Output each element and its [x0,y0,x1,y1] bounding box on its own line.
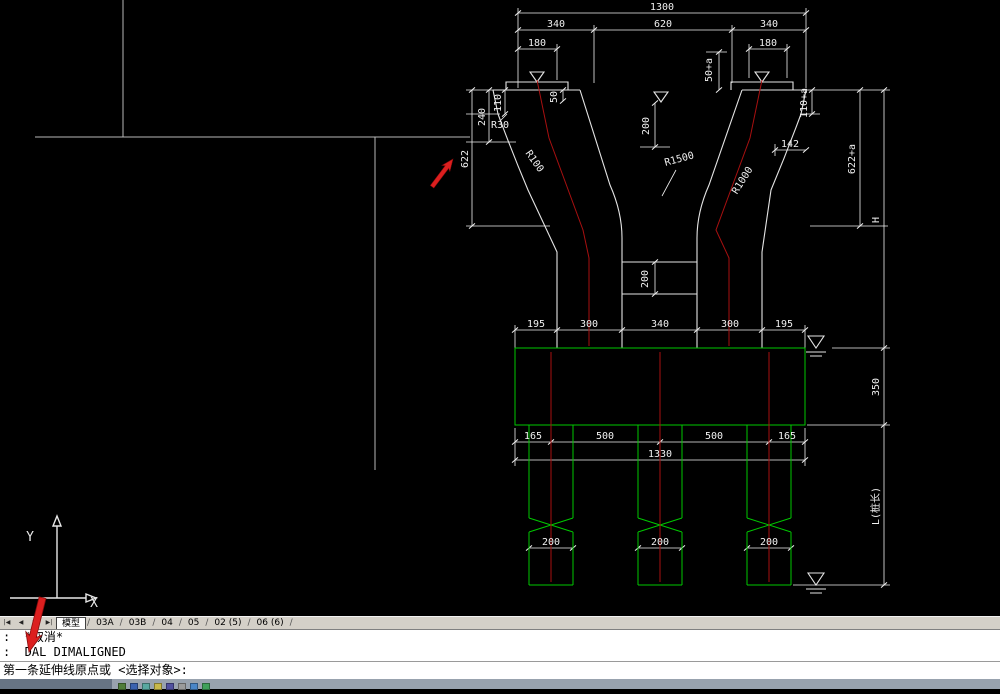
dim-350: 350 [871,378,882,396]
taskbar-icon[interactable] [142,682,150,690]
dim-340-right: 340 [760,19,778,30]
tab-03b[interactable]: 03B [124,617,152,629]
ucs-x-label: X [90,596,98,611]
command-panel: : *取消* : DAL DIMALIGNED 第一条延伸线原点或 <选择对象>… [0,629,1000,679]
tab-nav-prev-button[interactable]: ◀ [14,617,28,629]
tab-05[interactable]: 05 [183,617,204,629]
dim-200-mid: 200 [640,270,651,288]
dim-H: H [871,217,882,223]
dimension-ticks [468,9,888,589]
taskbar-icon[interactable] [178,682,186,690]
tab-separator: / [289,618,293,628]
dim-300-right: 300 [721,319,739,330]
dim-195-right: 195 [775,319,793,330]
dim-180-right: 180 [759,38,777,49]
dim-500-left: 500 [596,431,614,442]
taskbar-icon[interactable] [130,682,138,690]
dim-340-center: 340 [651,319,669,330]
tab-nav-next-button[interactable]: ▶ [28,617,42,629]
dim-50: 50 [549,91,560,103]
dim-180-left: 180 [528,38,546,49]
bearing-symbols [528,71,771,103]
taskbar-icon[interactable] [202,682,210,690]
dim-200-pile2: 200 [651,537,669,548]
taskbar-icons [118,675,214,694]
tab-nav-first-button[interactable]: |◀ [0,617,14,629]
ucs-icon: Y X [10,514,98,611]
dim-300-left: 300 [580,319,598,330]
dimension-texts: 1300 340 620 340 180 180 110 240 622 R30… [460,2,882,548]
ucs-y-label: Y [26,530,34,545]
tab-02-5[interactable]: 02 (5) [209,617,246,629]
dim-200-top: 200 [641,117,652,135]
dim-1300: 1300 [650,2,674,13]
drawing-canvas[interactable]: 1300 340 620 340 180 180 110 240 622 R30… [0,0,1000,616]
ground-symbol-bottom [806,572,826,594]
layout-tab-bar: |◀ ◀ ▶ ▶| 模型 / 03A / 03B / 04 / 05 / 02 … [0,616,1000,629]
dim-620: 620 [654,19,672,30]
dim-r100: R100 [523,149,546,175]
dim-pile-length: L(桩长) [869,487,882,525]
dim-1330: 1330 [648,449,672,460]
dim-200-pile1: 200 [542,537,560,548]
command-history: : *取消* : DAL DIMALIGNED [0,630,1000,662]
dim-r30: R30 [491,120,509,131]
dim-142: 142 [781,139,799,150]
dim-622a: 622+a [847,144,858,174]
taskbar-icon[interactable] [166,682,174,690]
command-history-line: : DAL DIMALIGNED [3,645,126,659]
dim-195-left: 195 [527,319,545,330]
dim-110: 110 [493,94,504,112]
autocad-window: { "colors": { "background": "#000000", "… [0,0,1000,690]
dim-622: 622 [460,150,471,168]
taskbar-icon[interactable] [118,682,126,690]
dim-r1500: R1500 [663,150,695,168]
construction-lines [35,0,470,470]
tab-nav-last-button[interactable]: ▶| [42,617,56,629]
tab-model[interactable]: 模型 [56,617,87,629]
ground-symbol-top [806,335,826,357]
dim-200-pile3: 200 [760,537,778,548]
dim-165-left: 165 [524,431,542,442]
centerlines-red [536,79,770,582]
dim-500-right: 500 [705,431,723,442]
taskbar-icon[interactable] [154,682,162,690]
dimension-lines [466,8,890,586]
command-history-line: : *取消* [3,630,64,644]
dim-110a: 110+a [799,88,810,118]
dim-50a: 50+a [704,58,715,82]
dim-340-left: 340 [547,19,565,30]
dim-240: 240 [477,108,488,126]
taskbar-icon[interactable] [190,682,198,690]
tab-04[interactable]: 04 [156,617,177,629]
tab-03a[interactable]: 03A [91,617,119,629]
tab-06-6[interactable]: 06 (6) [252,617,289,629]
dim-165-right: 165 [778,431,796,442]
bearing-pads [505,81,794,90]
